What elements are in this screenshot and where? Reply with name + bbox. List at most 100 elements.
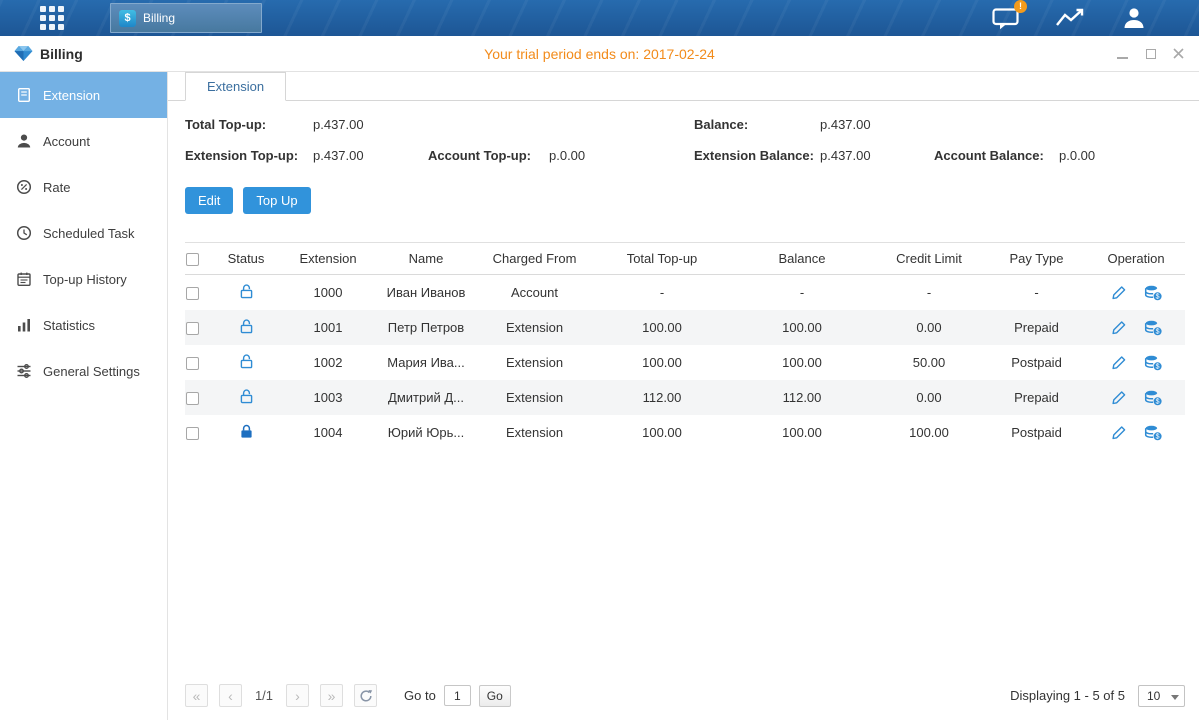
cell-balance: 100.00 bbox=[732, 425, 872, 440]
header-extension: Extension bbox=[281, 251, 375, 266]
cell-credit-limit: 100.00 bbox=[872, 425, 986, 440]
sidebar-item-scheduled-task[interactable]: Scheduled Task bbox=[0, 210, 167, 256]
account-balance-label: Account Balance: bbox=[934, 148, 1044, 163]
cell-balance: 112.00 bbox=[732, 390, 872, 405]
top-up-coins-icon[interactable]: $ bbox=[1144, 285, 1162, 301]
cell-total-topup: 100.00 bbox=[592, 425, 732, 440]
account-balance-value: p.0.00 bbox=[1059, 148, 1095, 163]
refresh-icon bbox=[359, 689, 373, 703]
header-status: Status bbox=[211, 251, 281, 266]
table-row[interactable]: 1001 Петр Петров Extension 100.00 100.00… bbox=[185, 310, 1185, 345]
cell-pay-type: Prepaid bbox=[986, 390, 1087, 405]
cell-total-topup: - bbox=[592, 285, 732, 300]
next-page-button[interactable]: › bbox=[286, 684, 309, 707]
page-size-value: 10 bbox=[1139, 689, 1160, 703]
table-row[interactable]: 1004 Юрий Юрь... Extension 100.00 100.00… bbox=[185, 415, 1185, 450]
clock-icon bbox=[15, 225, 32, 241]
cell-name: Дмитрий Д... bbox=[375, 390, 477, 405]
row-checkbox[interactable] bbox=[186, 322, 199, 335]
topbar-icons: ! bbox=[992, 6, 1199, 31]
line-chart-icon[interactable] bbox=[1055, 6, 1085, 30]
header-balance: Balance bbox=[732, 251, 872, 266]
chevron-left-icon: ‹ bbox=[228, 688, 233, 704]
edit-pencil-icon[interactable] bbox=[1111, 425, 1127, 440]
edit-pencil-icon[interactable] bbox=[1111, 355, 1127, 370]
row-checkbox[interactable] bbox=[186, 427, 199, 440]
go-button[interactable]: Go bbox=[479, 685, 511, 707]
account-topup-label: Account Top-up: bbox=[428, 148, 531, 163]
sidebar: Extension Account Rate Scheduled Task To… bbox=[0, 72, 168, 720]
user-account-icon[interactable] bbox=[1121, 6, 1147, 30]
calendar-icon bbox=[15, 271, 32, 287]
chevron-down-icon bbox=[1171, 695, 1179, 700]
prev-page-button[interactable]: ‹ bbox=[219, 684, 242, 707]
close-button[interactable] bbox=[1172, 47, 1185, 60]
header-name: Name bbox=[375, 251, 477, 266]
top-up-coins-icon[interactable]: $ bbox=[1144, 320, 1162, 336]
cell-total-topup: 100.00 bbox=[592, 355, 732, 370]
sidebar-item-topup-history[interactable]: Top-up History bbox=[0, 256, 167, 302]
billing-app-icon: $ bbox=[119, 10, 136, 27]
sidebar-item-statistics[interactable]: Statistics bbox=[0, 302, 167, 348]
cell-extension: 1002 bbox=[281, 355, 375, 370]
row-checkbox[interactable] bbox=[186, 357, 199, 370]
sidebar-item-rate[interactable]: Rate bbox=[0, 164, 167, 210]
billing-logo-icon bbox=[14, 45, 33, 62]
sidebar-item-label: Statistics bbox=[43, 318, 95, 333]
cell-pay-type: Postpaid bbox=[986, 355, 1087, 370]
window-title: Billing bbox=[40, 46, 83, 62]
sidebar-item-extension[interactable]: Extension bbox=[0, 72, 167, 118]
goto-label: Go to bbox=[404, 688, 436, 703]
top-up-coins-icon[interactable]: $ bbox=[1144, 390, 1162, 406]
row-checkbox[interactable] bbox=[186, 392, 199, 405]
refresh-button[interactable] bbox=[354, 684, 377, 707]
bar-chart-icon bbox=[15, 317, 32, 333]
apps-menu-icon[interactable] bbox=[40, 6, 64, 30]
table-row[interactable]: 1000 Иван Иванов Account - - - - $ bbox=[185, 275, 1185, 310]
last-page-button[interactable]: » bbox=[320, 684, 343, 707]
table-row[interactable]: 1003 Дмитрий Д... Extension 112.00 112.0… bbox=[185, 380, 1185, 415]
total-topup-label: Total Top-up: bbox=[185, 117, 266, 132]
status-unlocked-icon bbox=[240, 354, 253, 369]
trial-notice: Your trial period ends on: 2017-02-24 bbox=[484, 46, 715, 62]
messages-icon[interactable]: ! bbox=[992, 6, 1019, 31]
cell-extension: 1003 bbox=[281, 390, 375, 405]
cell-total-topup: 100.00 bbox=[592, 320, 732, 335]
first-page-button[interactable]: « bbox=[185, 684, 208, 707]
cell-name: Иван Иванов bbox=[375, 285, 477, 300]
displaying-info: Displaying 1 - 5 of 5 bbox=[1010, 688, 1125, 703]
status-unlocked-icon bbox=[240, 284, 253, 299]
double-chevron-left-icon: « bbox=[193, 688, 201, 704]
content-tabbar: Extension bbox=[168, 72, 1199, 101]
top-up-button[interactable]: Top Up bbox=[243, 187, 310, 214]
page-size-select[interactable]: 10 bbox=[1138, 685, 1185, 707]
extension-balance-value: p.437.00 bbox=[820, 148, 871, 163]
top-up-coins-icon[interactable]: $ bbox=[1144, 355, 1162, 371]
svg-text:$: $ bbox=[1155, 293, 1159, 300]
edit-button[interactable]: Edit bbox=[185, 187, 233, 214]
top-up-coins-icon[interactable]: $ bbox=[1144, 425, 1162, 441]
maximize-button[interactable] bbox=[1144, 47, 1157, 60]
table-body: 1000 Иван Иванов Account - - - - $ 1001 … bbox=[185, 275, 1185, 450]
select-all-checkbox[interactable] bbox=[186, 253, 199, 266]
account-topup-value: p.0.00 bbox=[549, 148, 585, 163]
cell-charged-from: Account bbox=[477, 285, 592, 300]
billing-window-tab[interactable]: $ Billing bbox=[110, 3, 262, 33]
edit-pencil-icon[interactable] bbox=[1111, 285, 1127, 300]
svg-text:$: $ bbox=[1155, 363, 1159, 370]
sidebar-item-general-settings[interactable]: General Settings bbox=[0, 348, 167, 394]
minimize-button[interactable] bbox=[1116, 47, 1129, 60]
status-locked-icon bbox=[240, 424, 253, 439]
table-row[interactable]: 1002 Мария Ива... Extension 100.00 100.0… bbox=[185, 345, 1185, 380]
tab-extension[interactable]: Extension bbox=[185, 72, 286, 101]
edit-pencil-icon[interactable] bbox=[1111, 320, 1127, 335]
row-checkbox[interactable] bbox=[186, 287, 199, 300]
edit-pencil-icon[interactable] bbox=[1111, 390, 1127, 405]
goto-page-input[interactable] bbox=[444, 685, 471, 706]
cell-total-topup: 112.00 bbox=[592, 390, 732, 405]
cell-pay-type: Prepaid bbox=[986, 320, 1087, 335]
header-total-topup: Total Top-up bbox=[592, 251, 732, 266]
sidebar-item-label: Extension bbox=[43, 88, 100, 103]
sidebar-item-account[interactable]: Account bbox=[0, 118, 167, 164]
cell-extension: 1001 bbox=[281, 320, 375, 335]
